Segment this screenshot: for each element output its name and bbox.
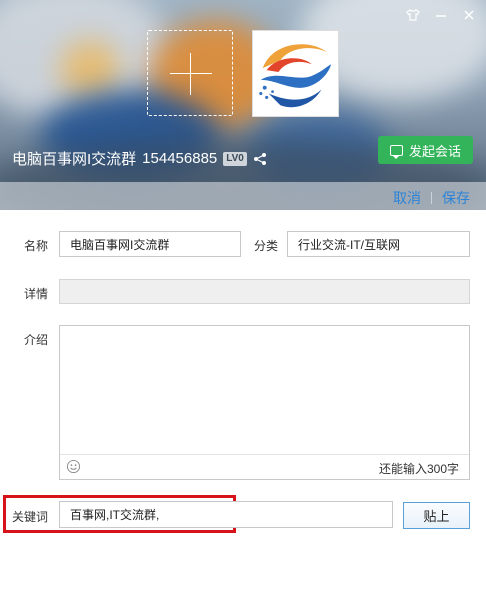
name-label: 名称 — [24, 239, 49, 253]
start-chat-button[interactable]: 发起会话 — [378, 136, 473, 164]
header-banner — [0, 0, 486, 210]
category-field[interactable]: 行业交流-IT/互联网 — [287, 231, 470, 257]
group-avatar[interactable] — [252, 30, 339, 117]
chat-icon — [389, 144, 403, 159]
group-title: 电脑百事网I交流群 154456885 LV0 — [12, 148, 267, 169]
cancel-button[interactable]: 取消 — [393, 188, 421, 208]
detail-field — [59, 279, 470, 304]
close-icon[interactable] — [462, 8, 476, 25]
remaining-count: 还能输入300字 — [378, 462, 459, 476]
window-controls — [406, 8, 476, 25]
edit-actions: 取消 保存 — [393, 188, 470, 208]
name-field[interactable]: 电脑百事网I交流群 — [59, 231, 241, 257]
minimize-icon[interactable] — [434, 8, 448, 25]
start-chat-label: 发起会话 — [408, 143, 461, 159]
detail-label: 详情 — [24, 287, 49, 301]
keyword-field[interactable]: 百事网,IT交流群, — [59, 501, 393, 528]
category-value: 行业交流-IT/互联网 — [298, 237, 400, 252]
paste-button[interactable]: 贴上 — [403, 502, 470, 529]
category-label: 分类 — [254, 239, 279, 253]
share-icon[interactable] — [253, 152, 267, 166]
intro-toolbar: 还能输入300字 — [60, 454, 469, 479]
group-name: 电脑百事网I交流群 — [12, 151, 137, 168]
name-value: 电脑百事网I交流群 — [70, 237, 170, 252]
group-id: 154456885 — [142, 150, 218, 167]
group-logo-icon — [253, 31, 338, 116]
level-badge: LV0 — [223, 151, 247, 166]
divider — [431, 192, 432, 204]
emoji-icon[interactable] — [66, 459, 81, 474]
save-button[interactable]: 保存 — [442, 188, 470, 208]
keyword-value: 百事网,IT交流群, — [70, 508, 160, 522]
intro-label: 介绍 — [24, 333, 49, 347]
shirt-icon[interactable] — [406, 8, 420, 25]
upload-photo-button[interactable] — [147, 30, 233, 116]
keyword-label: 关键词 — [12, 510, 49, 524]
paste-label: 贴上 — [423, 509, 450, 524]
intro-textarea[interactable]: 还能输入300字 — [59, 325, 470, 480]
